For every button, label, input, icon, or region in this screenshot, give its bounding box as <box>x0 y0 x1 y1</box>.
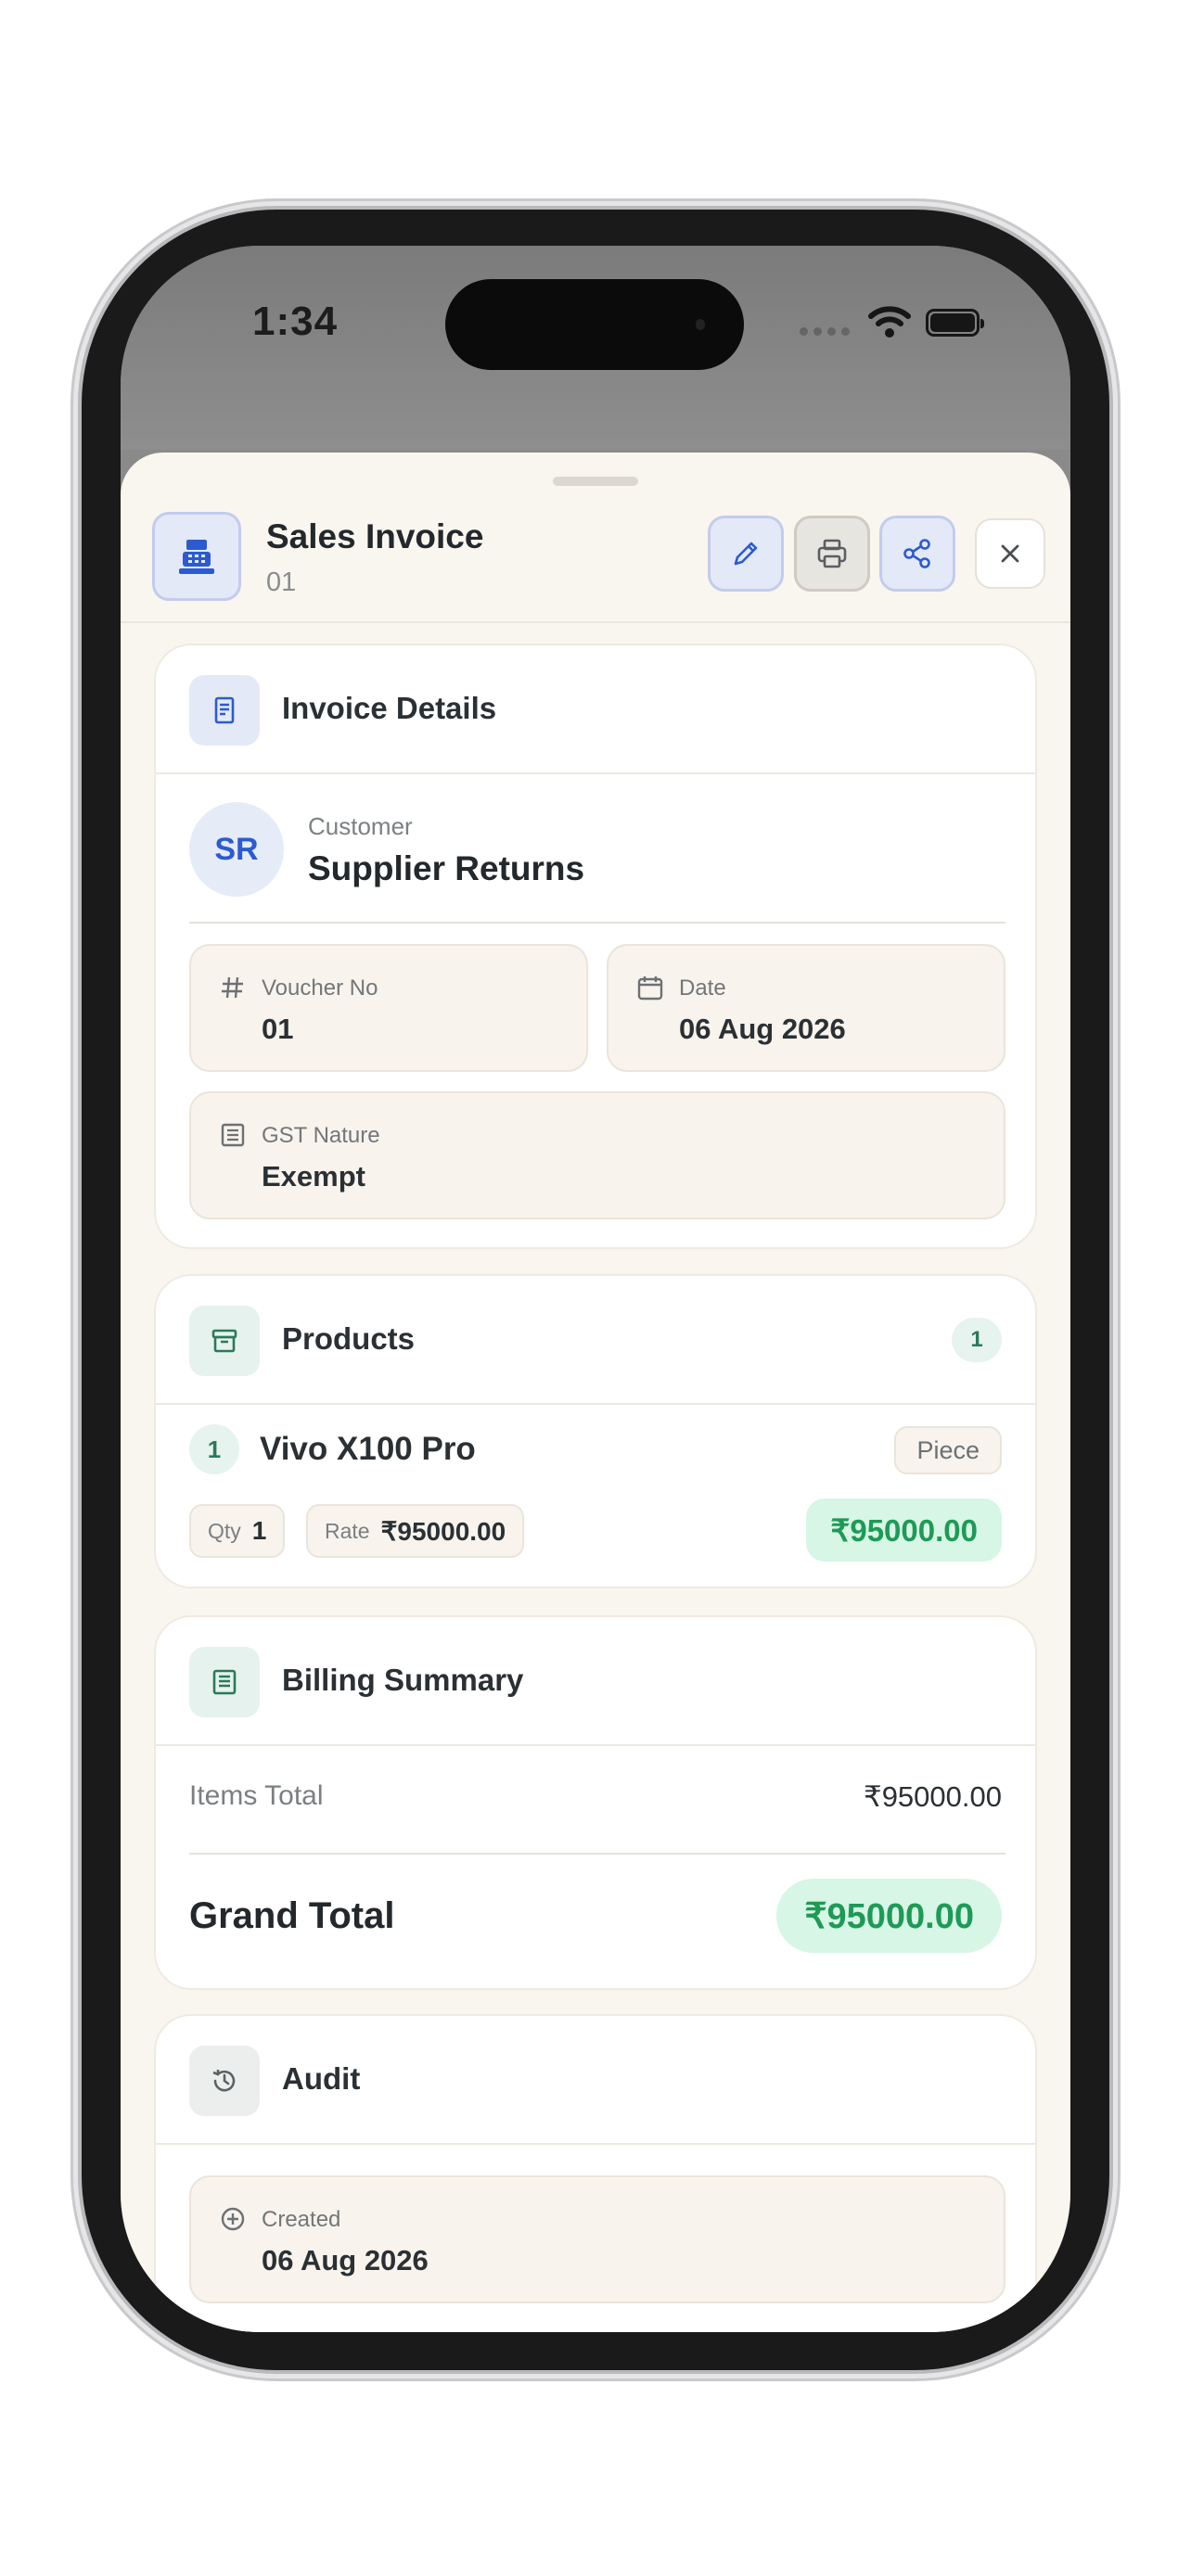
item-qty-chip: Qty 1 <box>189 1504 286 1558</box>
edit-button[interactable] <box>708 516 784 592</box>
cash-register-icon <box>152 512 241 601</box>
audit-card: Audit Created 06 Aug 2026 <box>154 2014 1037 2332</box>
calendar-icon <box>637 976 663 1001</box>
close-button[interactable] <box>975 518 1045 589</box>
print-button[interactable] <box>794 516 870 592</box>
created-label: Created <box>262 2207 341 2232</box>
history-icon <box>189 2046 260 2116</box>
billing-summary-card: Billing Summary Items Total ₹95000.00 Gr… <box>154 1615 1037 1990</box>
invoice-details-header: Invoice Details <box>156 645 1035 774</box>
page-subtitle: 01 <box>266 567 297 597</box>
document-icon <box>221 1123 245 1147</box>
status-time: 1:34 <box>252 299 339 344</box>
voucher-no-label: Voucher No <box>262 976 378 1001</box>
receipt-icon <box>189 675 260 746</box>
created-field: Created 06 Aug 2026 <box>189 2175 1005 2303</box>
items-total-value: ₹95000.00 <box>863 1780 1002 1813</box>
date-value: 06 Aug 2026 <box>679 1013 846 1045</box>
products-title: Products <box>282 1321 416 1356</box>
billing-summary-header: Billing Summary <box>156 1617 1035 1746</box>
phone-screen: 1:34 Sales Invoice 01 Invoice Details SR… <box>121 246 1070 2332</box>
customer-avatar: SR <box>189 802 284 897</box>
cellular-signal-icon <box>800 327 850 336</box>
page-title: Sales Invoice <box>266 517 484 555</box>
dynamic-island <box>445 279 744 370</box>
products-count-badge: 1 <box>952 1318 1002 1362</box>
gst-nature-value: Exempt <box>262 1160 365 1192</box>
phone-power-button <box>1109 883 1117 1133</box>
products-header: Products 1 <box>156 1276 1035 1405</box>
products-card: Products 1 1 Vivo X100 Pro Piece Qty 1 R… <box>154 1274 1037 1588</box>
date-field: Date 06 Aug 2026 <box>607 944 1005 1072</box>
plus-circle-icon <box>221 2207 245 2231</box>
hash-icon <box>222 976 243 999</box>
items-total-label: Items Total <box>189 1780 324 1811</box>
item-qty-label: Qty <box>208 1518 241 1543</box>
item-qty-value: 1 <box>251 1516 267 1545</box>
item-name: Vivo X100 Pro <box>260 1431 476 1467</box>
gst-nature-label: GST Nature <box>262 1123 380 1148</box>
customer-name: Supplier Returns <box>308 849 585 887</box>
gst-nature-field: GST Nature Exempt <box>189 1091 1005 1219</box>
invoice-sheet: Sales Invoice 01 Invoice Details SR Cust… <box>121 453 1070 2332</box>
wifi-icon <box>868 306 911 338</box>
item-rate-label: Rate <box>325 1518 370 1543</box>
sheet-grabber[interactable] <box>553 477 638 486</box>
close-icon <box>1001 544 1019 563</box>
battery-icon <box>926 309 984 337</box>
invoice-details-card: Invoice Details SR Customer Supplier Ret… <box>154 644 1037 1249</box>
status-bar: 1:34 <box>121 246 1070 450</box>
sheet-header: Sales Invoice 01 <box>121 506 1070 623</box>
item-amount: ₹95000.00 <box>806 1498 1002 1562</box>
voucher-no-field: Voucher No 01 <box>189 944 588 1072</box>
share-icon <box>903 539 930 568</box>
item-index: 1 <box>189 1424 239 1474</box>
grand-total-label: Grand Total <box>189 1895 395 1936</box>
voucher-no-value: 01 <box>262 1013 294 1045</box>
item-rate-value: ₹95000.00 <box>380 1516 506 1546</box>
customer-label: Customer <box>308 812 413 840</box>
invoice-details-title: Invoice Details <box>282 691 497 725</box>
audit-header: Audit <box>156 2016 1035 2145</box>
phone-volume-down-button <box>74 1035 82 1191</box>
billing-divider <box>189 1853 1005 1855</box>
audit-title: Audit <box>282 2061 361 2096</box>
billing-summary-title: Billing Summary <box>282 1663 524 1697</box>
item-rate-chip: Rate ₹95000.00 <box>306 1504 525 1558</box>
created-value: 06 Aug 2026 <box>262 2244 429 2276</box>
list-icon <box>189 1647 260 1717</box>
customer-divider <box>189 922 1005 924</box>
share-button[interactable] <box>879 516 955 592</box>
phone-volume-up-button <box>74 835 82 990</box>
date-label: Date <box>679 976 726 1001</box>
archive-box-icon <box>189 1306 260 1376</box>
printer-icon <box>817 539 847 568</box>
phone-action-button <box>74 657 82 753</box>
grand-total-value: ₹95000.00 <box>776 1879 1002 1953</box>
pencil-icon <box>734 542 758 566</box>
item-unit-chip: Piece <box>894 1426 1002 1474</box>
